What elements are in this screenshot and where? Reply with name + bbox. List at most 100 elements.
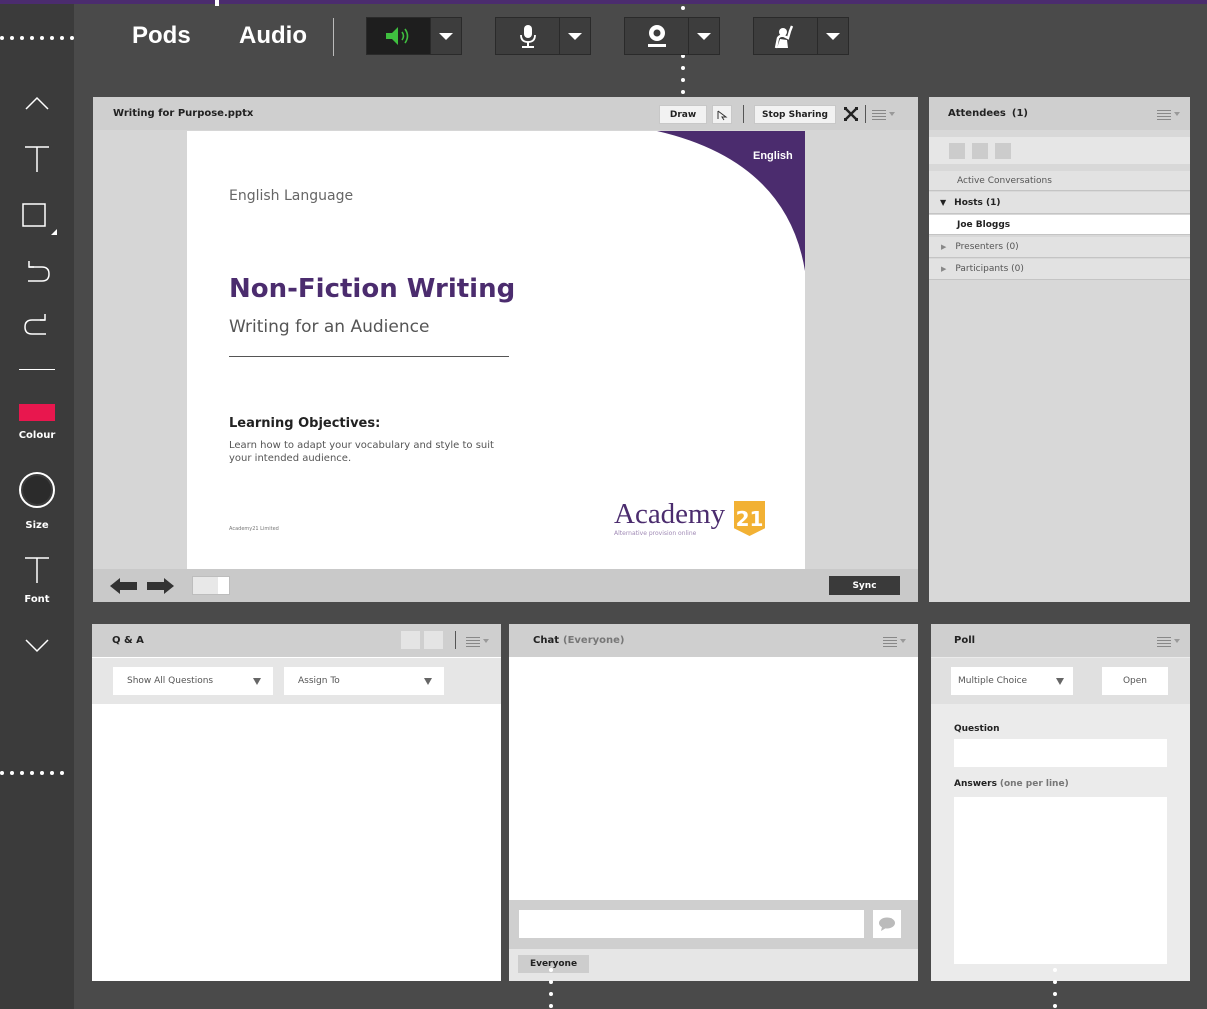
colour-label: Colour [18,430,56,441]
chat-menu-icon[interactable] [883,637,906,647]
share-pod-menu-icon[interactable] [872,110,895,120]
slide-thumbnail-toggle[interactable] [192,576,230,595]
webcam-dropdown[interactable] [689,18,719,54]
qa-divider [455,631,456,649]
size-label: Size [25,520,49,531]
stop-sharing-button[interactable]: Stop Sharing [754,105,836,124]
qa-assign-select[interactable]: Assign To [284,667,444,695]
callout-dots-toolbar [0,36,74,40]
speaker-control[interactable] [366,17,462,55]
speaker-button[interactable] [367,18,431,54]
qa-view-button-2[interactable] [424,631,443,649]
answers-label-row: Answers (one per line) [954,779,1069,789]
speaker-icon [385,27,408,45]
hosts-label: Hosts (1) [954,197,1001,208]
attendees-menu-icon[interactable] [1157,110,1180,120]
microphone-control[interactable] [495,17,591,55]
microphone-button[interactable] [496,18,560,54]
webcam-button[interactable] [625,18,689,54]
host-joe-bloggs[interactable]: Joe Bloggs [929,215,1190,235]
share-pod-title: Writing for Purpose.pptx [113,108,254,119]
pods-menu[interactable]: Pods [132,22,191,50]
presenters-label: Presenters (0) [955,242,1019,252]
chevron-up-icon [25,96,49,110]
slide-footer: Academy21 Limited [229,526,279,532]
dropdown-arrow-icon [424,678,432,685]
answers-hint: (one per line) [999,779,1069,789]
logo-wordmark: Academy [614,498,726,530]
poll-type-value: Multiple Choice [958,676,1028,686]
font-picker[interactable] [0,556,74,584]
callout-marker-top [215,0,219,6]
pointer-icon [717,110,728,120]
qa-filter-select[interactable]: Show All Questions [113,667,273,695]
pointer-button[interactable] [712,105,732,124]
next-slide-button[interactable] [145,576,175,600]
share-divider [743,105,744,123]
attendees-title: Attendees [948,108,1006,119]
poll-pod-header: Poll [931,624,1190,657]
text-tool[interactable] [0,145,74,173]
qa-assign-value: Assign To [298,676,340,686]
scroll-down-button[interactable] [0,638,74,654]
size-picker[interactable] [0,472,74,508]
chat-recipient-tab[interactable]: Everyone [518,955,589,973]
objectives-heading: Learning Objectives: [229,416,381,431]
chat-pod-header: Chat (Everyone) [509,624,918,657]
chevron-down-icon [568,32,582,40]
line-tool[interactable] [0,369,74,370]
poll-question-input[interactable] [954,739,1167,767]
shape-tool[interactable] [0,201,74,237]
presenters-group-row[interactable]: ▶ Presenters (0) [929,237,1190,258]
sync-button[interactable]: Sync [829,576,900,595]
chat-message-input[interactable] [519,910,864,938]
raise-hand-icon [774,25,793,49]
dropdown-arrow-icon [253,678,261,685]
collapsed-triangle-icon: ▶ [941,243,947,251]
chevron-down-icon [826,32,840,40]
redo-button[interactable] [0,310,74,338]
raise-hand-button[interactable] [754,18,818,54]
detail-view-icon[interactable] [995,143,1011,159]
status-control[interactable] [753,17,849,55]
active-conversations-row[interactable]: Active Conversations [929,171,1190,191]
brush-size-icon [19,472,55,508]
poll-type-select[interactable]: Multiple Choice [951,667,1073,695]
undo-button[interactable] [0,257,74,285]
colour-picker[interactable] [0,404,74,421]
status-dropdown[interactable] [818,18,848,54]
microphone-dropdown[interactable] [560,18,590,54]
colour-swatch[interactable] [19,404,55,421]
font-icon [25,557,49,583]
qa-menu-icon[interactable] [466,637,489,647]
question-label: Question [954,724,1000,734]
arrow-left-icon [110,578,137,594]
chevron-down-icon [439,32,453,40]
list-view-icon[interactable] [949,143,965,159]
attendees-count: (1) [1011,108,1028,119]
poll-title: Poll [954,635,976,646]
compact-view-icon[interactable] [972,143,988,159]
top-bar-left-block [0,4,74,79]
poll-open-button[interactable]: Open [1102,667,1168,695]
qa-view-button-1[interactable] [401,631,420,649]
callout-dots-poll [1053,968,1057,1008]
chat-scope: (Everyone) [563,635,625,646]
chevron-down-icon [25,639,49,653]
audio-menu[interactable]: Audio [239,22,307,50]
webcam-control[interactable] [624,17,720,55]
scroll-up-button[interactable] [0,95,74,111]
send-message-button[interactable] [873,910,901,938]
slide-eyebrow: English Language [229,188,354,204]
fullscreen-button[interactable] [843,106,859,126]
draw-button[interactable]: Draw [659,105,707,124]
hosts-group-row[interactable]: ▼ Hosts (1) [929,192,1190,214]
expanded-triangle-icon: ▼ [940,198,947,207]
font-label: Font [24,594,50,605]
qa-title: Q & A [112,635,144,646]
poll-menu-icon[interactable] [1157,637,1180,647]
speaker-dropdown[interactable] [431,18,461,54]
poll-answers-input[interactable] [954,797,1167,964]
participants-group-row[interactable]: ▶ Participants (0) [929,259,1190,280]
previous-slide-button[interactable] [109,576,139,600]
